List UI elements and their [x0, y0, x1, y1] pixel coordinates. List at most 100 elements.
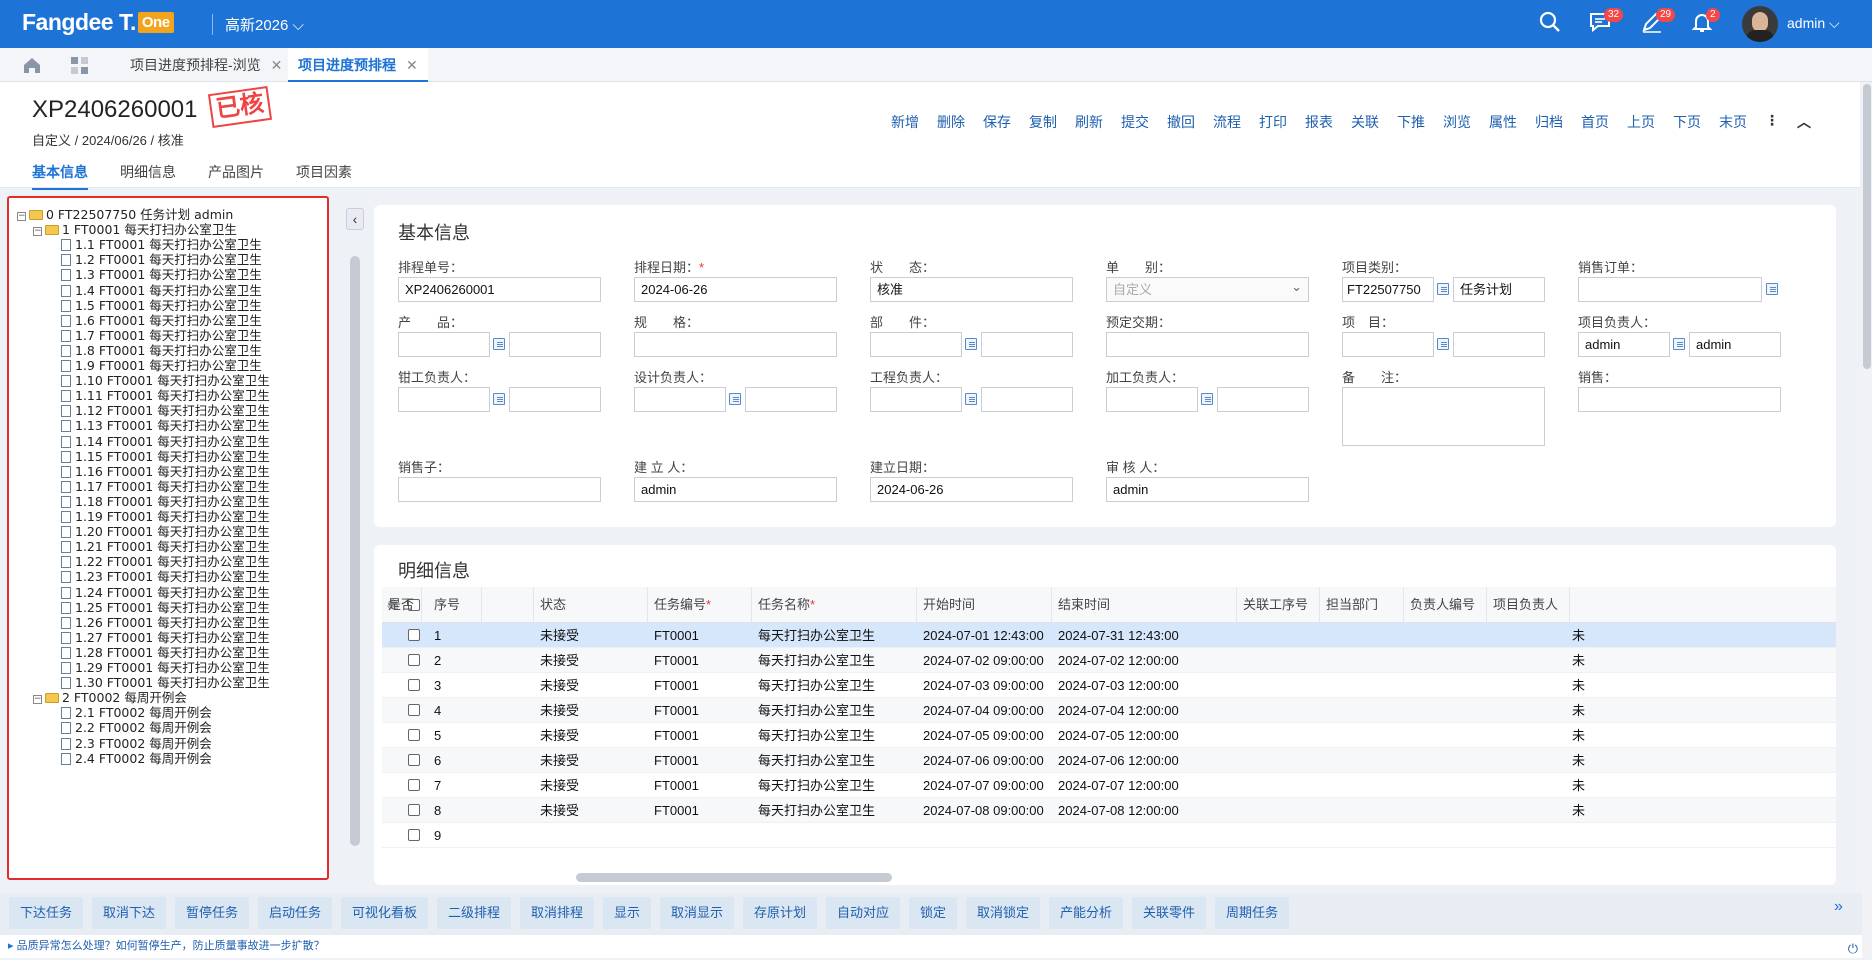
action-button-9[interactable]: 存原计划 — [743, 897, 817, 929]
tab-browse[interactable]: 项目进度预排程-浏览 ✕ — [120, 48, 292, 82]
sales-order-field[interactable] — [1578, 277, 1762, 302]
action-button-12[interactable]: 浏览 — [1434, 112, 1480, 132]
action-button-11[interactable]: 锁定 — [909, 897, 957, 929]
tree-scrollbar[interactable] — [350, 256, 360, 846]
action-button-8[interactable]: 打印 — [1250, 112, 1296, 132]
part-code-field[interactable] — [870, 332, 962, 357]
row-checkbox[interactable] — [408, 754, 420, 766]
user-menu[interactable]: admin ⌵ — [1787, 15, 1840, 32]
action-button-6[interactable]: 撤回 — [1158, 112, 1204, 132]
action-button-6[interactable]: 取消排程 — [520, 897, 594, 929]
fitter-code-field[interactable] — [398, 387, 490, 412]
action-button-7[interactable]: 流程 — [1204, 112, 1250, 132]
row-checkbox[interactable] — [408, 704, 420, 716]
engineer-name-field[interactable] — [981, 387, 1073, 412]
action-button-0[interactable]: 下达任务 — [9, 897, 83, 929]
table-row[interactable]: 3 未接受 FT0001 每天打扫办公室卫生 2024-07-03 09:00:00 20… — [382, 673, 1836, 698]
row-checkbox[interactable] — [408, 829, 420, 841]
more-icon[interactable]: ⋮ — [1756, 112, 1788, 132]
fitter-name-field[interactable] — [509, 387, 601, 412]
table-row[interactable]: 5 未接受 FT0001 每天打扫办公室卫生 2024-07-05 09:00:00 20… — [382, 723, 1836, 748]
message-icon[interactable]: 32 — [1588, 8, 1624, 38]
action-button-2[interactable]: 暂停任务 — [175, 897, 249, 929]
page-scrollbar[interactable] — [1862, 82, 1872, 958]
action-button-2[interactable]: 保存 — [974, 112, 1020, 132]
action-button-8[interactable]: 取消显示 — [660, 897, 734, 929]
auditor-field[interactable]: admin — [1106, 477, 1309, 502]
task-tree[interactable]: −0 FT22507750 任务计划 admin −1 FT0001 每天打扫办公… — [7, 196, 329, 880]
action-button-16[interactable]: 上页 — [1618, 112, 1664, 132]
action-button-9[interactable]: 报表 — [1296, 112, 1342, 132]
column-header[interactable]: 任务编号* — [648, 587, 752, 623]
product-name-field[interactable] — [509, 332, 601, 357]
column-header[interactable]: 项目负责人 — [1487, 587, 1570, 623]
tenant-selector[interactable]: 高新2026 ⌵ — [212, 14, 304, 35]
lookup-icon[interactable] — [1437, 338, 1449, 350]
project-name-field[interactable] — [1453, 332, 1545, 357]
create-date-field[interactable]: 2024-06-26 — [870, 477, 1073, 502]
status-tip-link[interactable]: 品质异常怎么处理？如何暂停生产，防止质量事故进一步扩散？ — [17, 940, 325, 952]
lookup-icon[interactable] — [729, 393, 741, 405]
apps-icon[interactable] — [70, 56, 90, 79]
status-field[interactable]: 核准 — [870, 277, 1073, 302]
doc-type-select[interactable]: 自定义 ⌄ — [1106, 277, 1309, 302]
machinist-name-field[interactable] — [1217, 387, 1309, 412]
product-code-field[interactable] — [398, 332, 490, 357]
home-icon[interactable] — [22, 55, 42, 78]
table-row[interactable]: 9 — [382, 823, 1836, 848]
column-header[interactable]: 状态 — [534, 587, 648, 623]
action-button-1[interactable]: 删除 — [928, 112, 974, 132]
action-button-18[interactable]: 末页 — [1710, 112, 1756, 132]
collapse-tree-button[interactable]: ‹ — [346, 208, 364, 230]
action-button-10[interactable]: 关联 — [1342, 112, 1388, 132]
proj-type-name-field[interactable]: 任务计划 — [1453, 277, 1545, 302]
sched-no-field[interactable]: XP2406260001 — [398, 277, 601, 302]
table-row[interactable]: 1 未接受 FT0001 每天打扫办公室卫生 2024-07-01 12:43:00 20… — [382, 623, 1836, 648]
column-header[interactable] — [482, 587, 534, 623]
action-button-10[interactable]: 自动对应 — [826, 897, 900, 929]
action-button-17[interactable]: 下页 — [1664, 112, 1710, 132]
lookup-icon[interactable] — [1201, 393, 1213, 405]
action-button-0[interactable]: 新增 — [882, 112, 928, 132]
row-checkbox[interactable] — [408, 654, 420, 666]
creator-field[interactable]: admin — [634, 477, 837, 502]
lookup-icon[interactable] — [1673, 338, 1685, 350]
action-button-13[interactable]: 产能分析 — [1049, 897, 1123, 929]
action-button-4[interactable]: 可视化看板 — [341, 897, 428, 929]
tab-section-3[interactable]: 项目因素 — [296, 162, 352, 190]
avatar[interactable] — [1742, 6, 1778, 42]
lookup-icon[interactable] — [965, 338, 977, 350]
close-icon[interactable]: ✕ — [406, 57, 418, 73]
tab-section-0[interactable]: 基本信息 — [32, 162, 88, 190]
row-checkbox[interactable] — [408, 804, 420, 816]
table-row[interactable]: 6 未接受 FT0001 每天打扫办公室卫生 2024-07-06 09:00:00 20… — [382, 748, 1836, 773]
proj-type-code-field[interactable]: FT22507750 — [1342, 277, 1434, 302]
lookup-icon[interactable] — [965, 393, 977, 405]
search-icon[interactable] — [1538, 10, 1566, 38]
spec-field[interactable] — [634, 332, 837, 357]
action-button-7[interactable]: 显示 — [603, 897, 651, 929]
column-header[interactable]: 任务名称* — [752, 587, 917, 623]
close-icon[interactable]: ✕ — [271, 57, 283, 73]
designer-code-field[interactable] — [634, 387, 726, 412]
table-row[interactable]: 7 未接受 FT0001 每天打扫办公室卫生 2024-07-07 09:00:00 20… — [382, 773, 1836, 798]
lookup-icon[interactable] — [493, 393, 505, 405]
column-header[interactable]: 是否 — [382, 587, 422, 623]
collapse-header-icon[interactable]: ︿ — [1788, 112, 1820, 132]
tab-edit[interactable]: 项目进度预排程 ✕ — [288, 48, 428, 82]
action-button-15[interactable]: 首页 — [1572, 112, 1618, 132]
column-header[interactable]: 结束时间 — [1052, 587, 1237, 623]
grid-horizontal-scrollbar[interactable] — [576, 873, 892, 882]
action-button-11[interactable]: 下推 — [1388, 112, 1434, 132]
action-button-13[interactable]: 属性 — [1480, 112, 1526, 132]
part-name-field[interactable] — [981, 332, 1073, 357]
row-checkbox[interactable] — [408, 679, 420, 691]
column-header[interactable]: 关联工序号 — [1237, 587, 1320, 623]
action-button-5[interactable]: 提交 — [1112, 112, 1158, 132]
action-button-3[interactable]: 启动任务 — [258, 897, 332, 929]
expander-icon[interactable]: − — [33, 695, 42, 705]
designer-name-field[interactable] — [745, 387, 837, 412]
app-logo[interactable]: Fangdee T. One — [22, 9, 174, 36]
column-header[interactable]: 负责人编号 — [1404, 587, 1487, 623]
column-header[interactable]: 担当部门 — [1320, 587, 1404, 623]
